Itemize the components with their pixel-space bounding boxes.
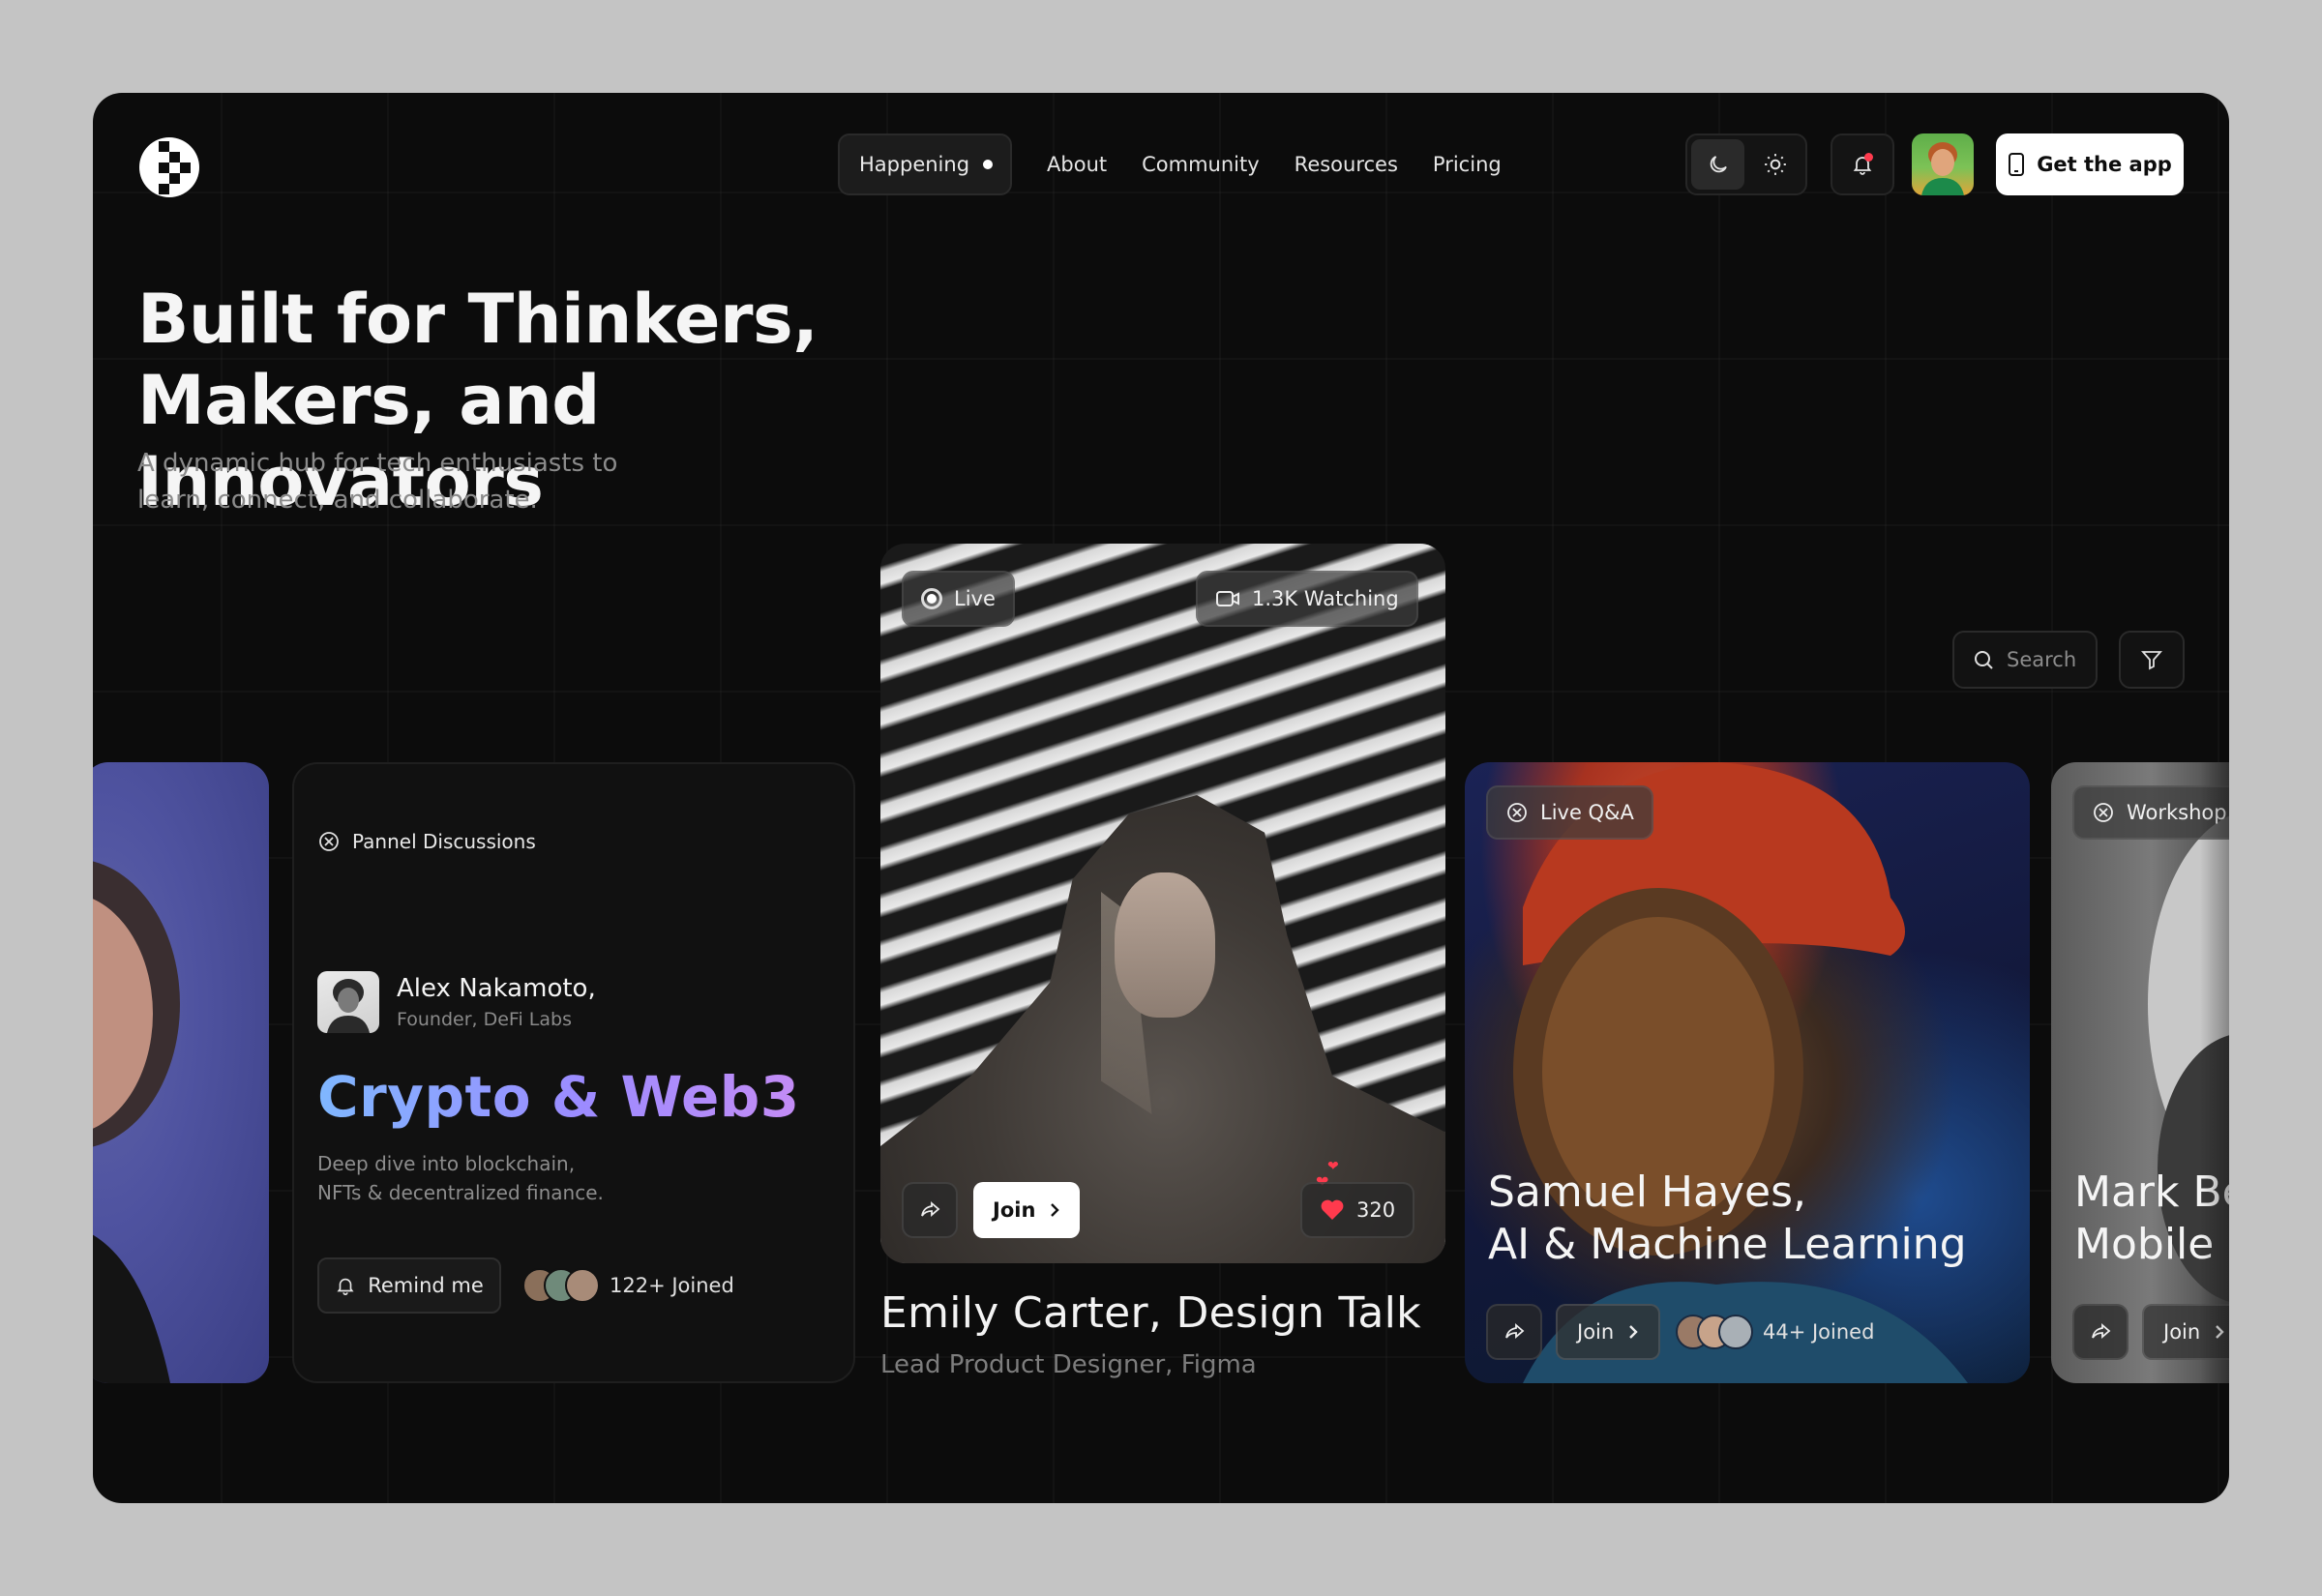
watching-badge: 1.3K Watching	[1196, 571, 1418, 627]
event-card-samuel[interactable]: Live Q&A Samuel Hayes, AI & Machine Lear…	[1465, 762, 2030, 1383]
remind-me-label: Remind me	[368, 1274, 484, 1297]
joined-count: 44+ Joined	[1676, 1315, 1874, 1349]
event-title: Samuel Hayes, AI & Machine Learning	[1488, 1167, 1967, 1271]
featured-event-title: Emily Carter, Design Talk	[880, 1288, 1421, 1338]
logo-icon[interactable]	[137, 135, 201, 199]
featured-speaker-role: Lead Product Designer, Figma	[880, 1350, 1257, 1379]
attendee-avatar	[565, 1268, 600, 1303]
subtitle-line-1: A dynamic hub for tech enthusiasts to	[137, 449, 618, 478]
workshop-icon	[319, 832, 339, 851]
remind-me-button[interactable]: Remind me	[317, 1257, 501, 1314]
watching-label: 1.3K Watching	[1252, 587, 1399, 610]
description-line-1: Deep dive into blockchain,	[317, 1152, 576, 1175]
nav-happening-label: Happening	[859, 153, 970, 176]
share-icon	[921, 1201, 940, 1217]
get-app-label: Get the app	[2037, 153, 2172, 176]
event-description: Deep dive into blockchain, NFTs & decent…	[317, 1149, 666, 1207]
join-label: Join	[2163, 1320, 2201, 1344]
filter-icon	[2141, 651, 2162, 670]
sun-icon	[1764, 154, 1786, 175]
light-mode-button[interactable]	[1748, 139, 1801, 190]
carousel-edge-fade	[2200, 762, 2229, 1383]
like-button[interactable]: 320	[1300, 1182, 1415, 1238]
event-tag: Pannel Discussions	[317, 830, 536, 853]
heart-icon	[1321, 1199, 1344, 1220]
app-frame: Happening About Community Resources Pric…	[93, 93, 2229, 1503]
share-button[interactable]	[1486, 1304, 1542, 1360]
moon-icon	[1710, 156, 1727, 173]
event-tag-label: Pannel Discussions	[352, 830, 536, 853]
joined-count: 122+ Joined	[522, 1268, 734, 1303]
dark-mode-button[interactable]	[1691, 139, 1744, 190]
main-nav: Happening About Community Resources Pric…	[838, 133, 1502, 195]
speaker-face	[1115, 872, 1215, 1018]
theme-toggle	[1685, 133, 1807, 195]
share-button[interactable]	[902, 1182, 958, 1238]
floating-heart-icon: ❤	[1327, 1159, 1339, 1174]
title-line-1: Samuel Hayes,	[1488, 1167, 1806, 1217]
live-label: Live	[954, 587, 996, 610]
notifications-button[interactable]	[1831, 133, 1894, 195]
phone-icon	[2009, 153, 2025, 176]
title-line-2: AI & Machine Learning	[1488, 1220, 1967, 1269]
description-line-2: NFTs & decentralized finance.	[317, 1181, 604, 1204]
chevron-right-icon	[1629, 1325, 1638, 1339]
joined-label: 122+ Joined	[610, 1274, 734, 1297]
share-icon	[1505, 1323, 1525, 1339]
title-line-1: Built for Thinkers,	[137, 280, 819, 359]
attendee-avatars	[522, 1268, 600, 1303]
search-placeholder: Search	[2007, 648, 2077, 671]
event-tag: Live Q&A	[1486, 785, 1653, 840]
search-icon	[1975, 651, 1993, 669]
subtitle-line-2: learn, connect, and collaborate.	[137, 486, 538, 515]
nav-resources[interactable]: Resources	[1295, 153, 1398, 176]
join-label: Join	[1577, 1320, 1615, 1344]
nav-community[interactable]: Community	[1142, 153, 1260, 176]
workshop-icon	[2094, 803, 2113, 822]
chevron-right-icon	[1051, 1203, 1060, 1217]
nav-about[interactable]: About	[1047, 153, 1107, 176]
share-button[interactable]	[2072, 1304, 2128, 1360]
event-title: Crypto & Web3	[317, 1064, 800, 1130]
event-tag-label: Live Q&A	[1540, 801, 1634, 824]
speaker-photo	[317, 971, 379, 1033]
join-button[interactable]: Join	[1556, 1304, 1661, 1360]
join-label: Join	[993, 1198, 1036, 1222]
page-subtitle: A dynamic hub for tech enthusiasts to le…	[137, 445, 679, 518]
speaker-info: Alex Nakamoto, Founder, DeFi Labs	[317, 971, 596, 1033]
share-icon	[2092, 1323, 2111, 1339]
bell-icon	[337, 1278, 354, 1295]
live-badge: Live	[902, 571, 1015, 627]
like-count: 320	[1356, 1198, 1396, 1222]
avatar[interactable]	[1912, 133, 1974, 195]
live-indicator-icon	[921, 588, 942, 609]
workshop-icon	[1507, 803, 1527, 822]
attendee-avatars	[1676, 1315, 1753, 1349]
joined-label: 44+ Joined	[1763, 1320, 1875, 1344]
filter-button[interactable]	[2119, 631, 2185, 689]
nav-pricing[interactable]: Pricing	[1433, 153, 1502, 176]
event-card-featured[interactable]: Live 1.3K Watching Join ❤ ❤ 320	[880, 544, 1445, 1263]
notification-badge	[1864, 153, 1873, 162]
speaker-role: Founder, DeFi Labs	[397, 1009, 572, 1030]
event-card-crypto[interactable]: Pannel Discussions Alex Nakamoto, Founde…	[292, 762, 855, 1383]
join-button[interactable]: Join	[973, 1182, 1081, 1238]
attendee-avatar	[1718, 1315, 1753, 1349]
active-dot-icon	[983, 160, 994, 169]
speaker-name: Alex Nakamoto,	[397, 974, 596, 1003]
get-app-button[interactable]: Get the app	[1996, 133, 2184, 195]
event-card-partial-left[interactable]	[93, 762, 269, 1383]
nav-happening[interactable]: Happening	[838, 133, 1013, 195]
search-input[interactable]: Search	[1952, 631, 2098, 689]
video-icon	[1216, 591, 1239, 606]
